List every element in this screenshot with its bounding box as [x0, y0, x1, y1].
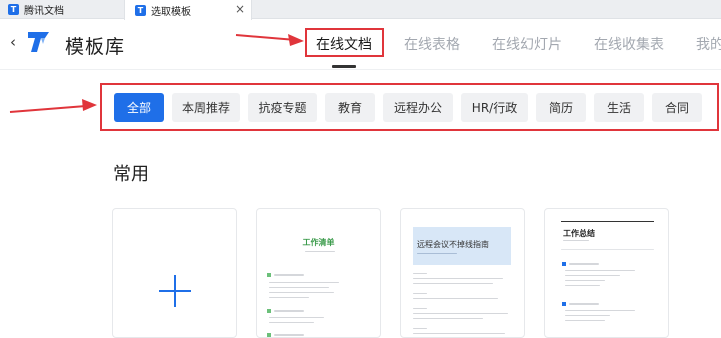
doc-line	[565, 320, 605, 321]
category-resume[interactable]: 简历	[536, 93, 586, 122]
doc-line	[274, 310, 304, 312]
category-epidemic[interactable]: 抗疫专题	[248, 93, 317, 122]
doc-bullet	[267, 333, 271, 337]
doc-line	[274, 334, 304, 336]
doc-bullet	[562, 262, 566, 266]
doc-line	[565, 315, 610, 316]
doc-line	[269, 322, 314, 323]
doc-line	[413, 308, 427, 309]
doc-divider	[561, 249, 654, 250]
doc-line	[269, 297, 309, 298]
doc-line	[565, 275, 620, 276]
template-card-work-summary[interactable]: 工作总结	[544, 208, 669, 338]
doc-line	[413, 318, 483, 319]
doc-line	[413, 313, 508, 314]
doc-rule	[561, 221, 654, 222]
category-education[interactable]: 教育	[325, 93, 375, 122]
doc-line	[413, 328, 427, 329]
doc-line	[269, 287, 329, 288]
section-title: 常用	[113, 164, 149, 185]
doc-bullet	[267, 309, 271, 313]
arrow-to-nav	[235, 34, 304, 46]
doc-subtitle-line	[305, 251, 335, 252]
doc-line	[569, 303, 599, 305]
doc-line	[565, 270, 635, 271]
doc-line	[565, 285, 600, 286]
doc-line	[569, 263, 599, 265]
doc-line	[413, 278, 503, 279]
new-document-card[interactable]	[112, 208, 237, 338]
category-life[interactable]: 生活	[594, 93, 644, 122]
doc-bullet	[562, 302, 566, 306]
doc-line	[413, 293, 427, 294]
doc-line	[413, 283, 493, 284]
template-card-work-list[interactable]: 工作清单	[256, 208, 381, 338]
template-title: 远程会议不掉线指南	[417, 240, 489, 249]
doc-line	[269, 282, 339, 283]
category-weekly-picks[interactable]: 本周推荐	[172, 93, 240, 122]
template-card-remote-meeting[interactable]: 远程会议不掉线指南	[400, 208, 525, 338]
doc-line	[413, 333, 505, 334]
doc-line	[413, 273, 427, 274]
doc-line	[417, 253, 457, 254]
doc-line	[565, 280, 605, 281]
template-title: 工作总结	[563, 229, 595, 238]
category-remote-work[interactable]: 远程办公	[383, 93, 453, 122]
doc-bullet	[267, 273, 271, 277]
doc-line	[269, 292, 334, 293]
doc-line	[563, 240, 589, 241]
doc-line	[269, 317, 324, 318]
doc-line	[413, 298, 498, 299]
doc-line	[565, 310, 635, 311]
category-all[interactable]: 全部	[114, 93, 164, 122]
doc-line	[274, 274, 304, 276]
category-contract[interactable]: 合同	[652, 93, 702, 122]
template-title: 工作清单	[302, 238, 335, 247]
arrow-to-categories	[9, 99, 97, 113]
category-hr-admin[interactable]: HR/行政	[461, 93, 528, 122]
plus-icon	[159, 275, 191, 307]
